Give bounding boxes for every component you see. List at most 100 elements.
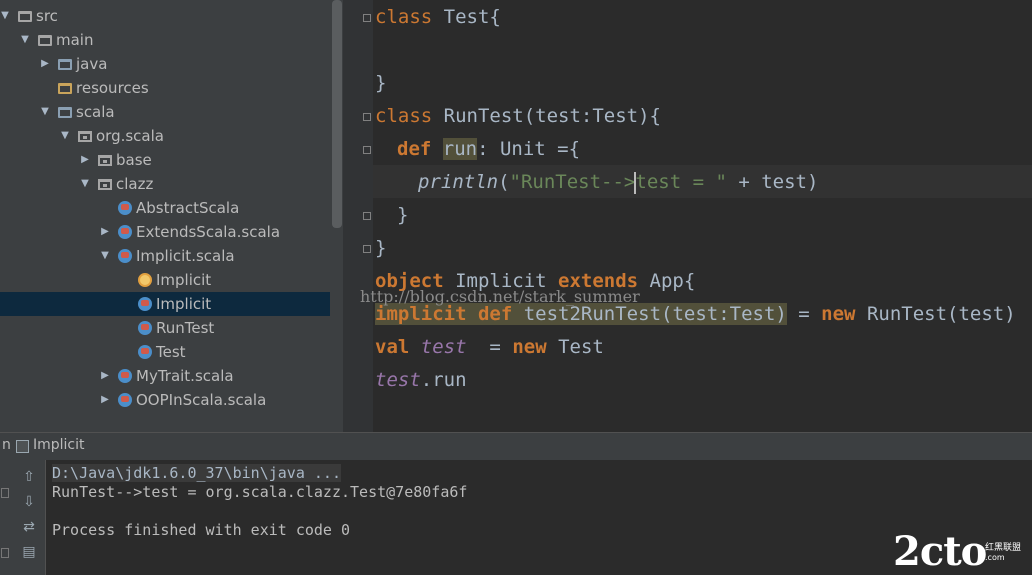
tree-item[interactable]: Implicit xyxy=(0,268,330,292)
tree-item[interactable]: ▶ OOPInScala.scala xyxy=(0,388,330,412)
tree-item[interactable]: ▶ MyTrait.scala xyxy=(0,364,330,388)
code-line-4[interactable]: class RunTest(test:Test){ xyxy=(375,100,661,133)
scala-class-icon xyxy=(118,201,132,215)
chevron-right-icon[interactable]: ▶ xyxy=(98,388,112,412)
stop-icon[interactable] xyxy=(1,488,9,498)
tree-item[interactable]: AbstractScala xyxy=(0,196,330,220)
keyword: def xyxy=(477,303,513,325)
code-line-3[interactable]: } xyxy=(375,67,386,100)
tree-item[interactable]: Implicit xyxy=(0,292,330,316)
scala-object-icon xyxy=(138,273,152,287)
tree-item-label: resources xyxy=(76,79,149,97)
tree-item[interactable]: ▶ base xyxy=(0,148,330,172)
chevron-right-icon[interactable]: ▶ xyxy=(98,220,112,244)
run-panel-header: n Implicit xyxy=(0,432,1032,460)
keyword: def xyxy=(397,138,432,160)
scala-file-icon xyxy=(118,369,132,383)
code-text: Test{ xyxy=(432,6,501,28)
chevron-down-icon[interactable]: ▼ xyxy=(98,244,112,268)
package-icon xyxy=(78,131,92,142)
tree-item-label: java xyxy=(76,55,108,73)
code-line-8[interactable]: } xyxy=(375,232,386,265)
code-line-6[interactable]: println("RunTest-->test = " + test) xyxy=(418,166,818,199)
code-text: + test) xyxy=(726,171,819,193)
scala-file-icon xyxy=(118,393,132,407)
project-tree-panel: ▼ src ▼ main ▶ java resources ▼ scala ▼ org.scala ▶… xyxy=(0,0,343,432)
code-text: : Unit ={ xyxy=(477,138,581,160)
code-text: = xyxy=(466,336,513,358)
code-editor[interactable]: class Test{ } class RunTest(test:Test){ … xyxy=(343,0,1032,432)
chevron-down-icon[interactable]: ▼ xyxy=(0,4,12,28)
tree-item[interactable]: Test xyxy=(0,340,330,364)
fold-marker-icon[interactable] xyxy=(363,212,371,220)
method-call: println xyxy=(418,171,499,193)
tree-item-label: base xyxy=(116,151,152,169)
soft-wrap-icon[interactable]: ⇄ xyxy=(20,518,38,536)
tree-scrollbar[interactable] xyxy=(332,0,342,228)
tree-item[interactable]: ▼ org.scala xyxy=(0,124,330,148)
code-text: App{ xyxy=(638,270,696,292)
console-line: D:\Java\jdk1.6.0_37\bin\java ... xyxy=(52,464,341,482)
keyword: new xyxy=(512,336,547,358)
code-line-1[interactable]: class Test{ xyxy=(375,1,501,34)
tree-item[interactable]: ▼ clazz xyxy=(0,172,330,196)
run-tab-title[interactable]: Implicit xyxy=(33,437,85,453)
chevron-right-icon[interactable]: ▶ xyxy=(38,52,52,76)
tree-item[interactable]: resources xyxy=(0,76,330,100)
tree-item-label: OOPInScala.scala xyxy=(136,391,267,409)
keyword: implicit xyxy=(375,303,467,325)
tree-item[interactable]: ▼ Implicit.scala xyxy=(0,244,330,268)
tree-item-label: AbstractScala xyxy=(136,199,240,217)
site-logo-domain: .com xyxy=(985,553,1005,562)
fold-marker-icon[interactable] xyxy=(363,113,371,121)
fold-marker-icon[interactable] xyxy=(363,245,371,253)
fold-marker-icon[interactable] xyxy=(363,146,371,154)
scala-class-icon xyxy=(138,321,152,335)
keyword: val xyxy=(375,336,410,358)
code-text: test2RunTest(test:Test) xyxy=(512,303,787,325)
code-line-11[interactable]: val test = new Test xyxy=(375,331,604,364)
fold-marker-icon[interactable] xyxy=(363,14,371,22)
source-folder-icon xyxy=(58,107,72,118)
keyword: class xyxy=(375,105,433,127)
arrow-down-icon[interactable]: ⇩ xyxy=(20,493,38,511)
tree-item[interactable]: ▼ src xyxy=(0,4,330,28)
chevron-down-icon[interactable]: ▼ xyxy=(38,100,52,124)
code-line-5[interactable]: def run: Unit ={ xyxy=(397,133,580,166)
close-icon[interactable] xyxy=(1,548,9,558)
chevron-down-icon[interactable]: ▼ xyxy=(58,124,72,148)
tree-item-label: Implicit.scala xyxy=(136,247,235,265)
run-config-icon xyxy=(16,440,29,453)
run-side-strip xyxy=(0,460,12,575)
code-line-7[interactable]: } xyxy=(397,199,408,232)
tree-item[interactable]: ▼ scala xyxy=(0,100,330,124)
code-text: RunTest(test:Test){ xyxy=(432,105,661,127)
tree-item[interactable]: ▶ java xyxy=(0,52,330,76)
code-line-12[interactable]: test.run xyxy=(375,364,467,397)
scala-file-icon xyxy=(118,225,132,239)
console-line: Process finished with exit code 0 xyxy=(52,521,351,539)
code-text: } xyxy=(375,237,387,259)
code-text: .run xyxy=(420,369,467,391)
arrow-up-icon[interactable]: ⇧ xyxy=(20,468,38,486)
package-icon xyxy=(98,155,112,166)
package-icon xyxy=(98,179,112,190)
tree-item-label: Test xyxy=(156,343,186,361)
chevron-down-icon[interactable]: ▼ xyxy=(18,28,32,52)
field-identifier: test xyxy=(375,369,421,391)
chevron-right-icon[interactable]: ▶ xyxy=(98,364,112,388)
chevron-right-icon[interactable]: ▶ xyxy=(78,148,92,172)
resources-folder-icon xyxy=(58,83,72,94)
tree-item[interactable]: ▶ ExtendsScala.scala xyxy=(0,220,330,244)
site-logo: 2cto xyxy=(893,528,987,575)
tree-item[interactable]: ▼ main xyxy=(0,28,330,52)
tree-item[interactable]: RunTest xyxy=(0,316,330,340)
tree-item-label: main xyxy=(56,31,94,49)
tree-item-label: org.scala xyxy=(96,127,164,145)
console-output[interactable]: D:\Java\jdk1.6.0_37\bin\java ... RunTest… xyxy=(47,460,1032,575)
tree-item-label: ExtendsScala.scala xyxy=(136,223,281,241)
scroll-to-end-icon[interactable]: ▤ xyxy=(20,543,38,561)
keyword: class xyxy=(375,6,433,28)
string-literal: test = " xyxy=(635,171,727,193)
chevron-down-icon[interactable]: ▼ xyxy=(78,172,92,196)
